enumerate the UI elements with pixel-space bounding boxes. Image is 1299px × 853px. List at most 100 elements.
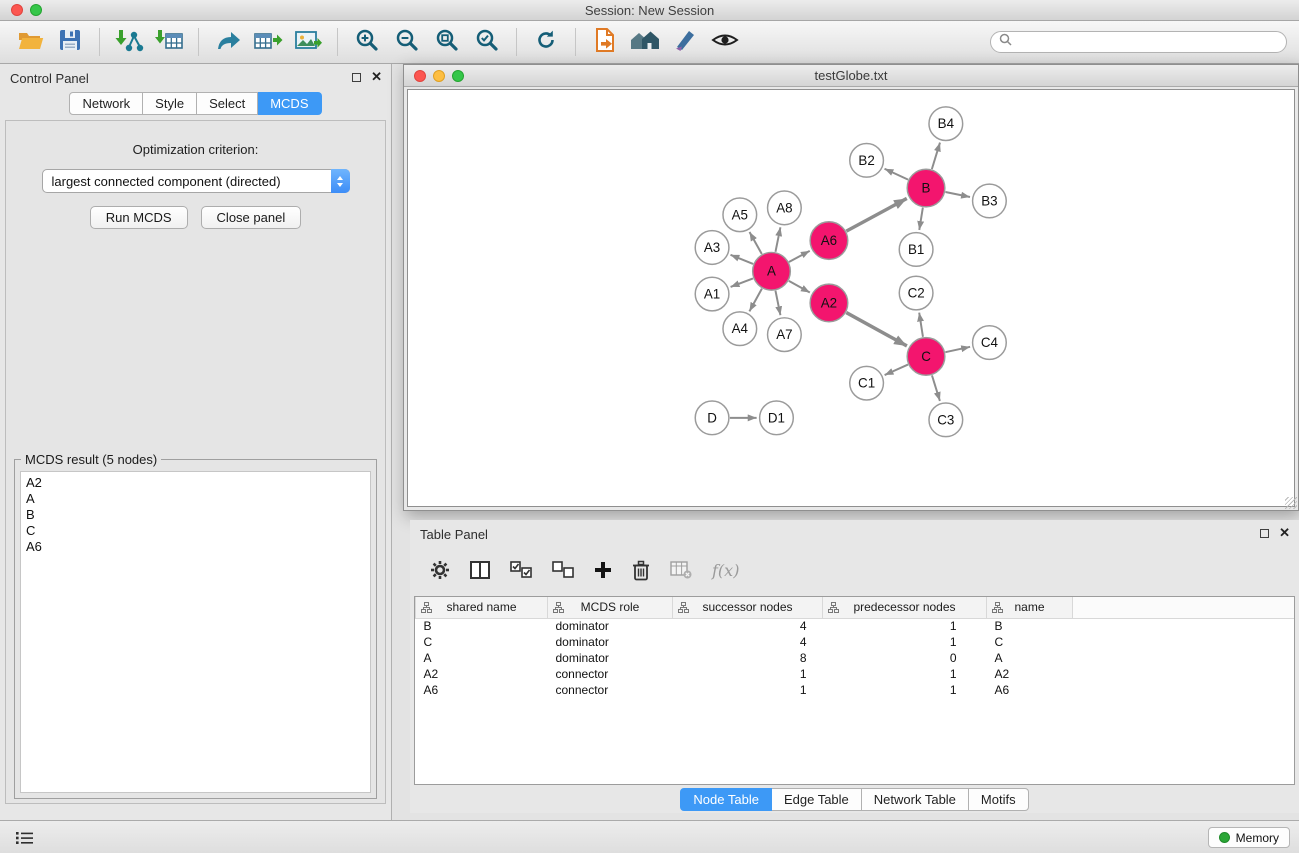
zoom-in-button[interactable] bbox=[349, 24, 385, 60]
column-header-predecessor-nodes[interactable]: predecessor nodes bbox=[823, 597, 987, 618]
edge-B-B2[interactable] bbox=[885, 169, 909, 180]
zoom-window-icon[interactable] bbox=[30, 4, 42, 16]
tab-edge-table[interactable]: Edge Table bbox=[772, 788, 862, 811]
tab-network[interactable]: Network bbox=[69, 92, 143, 115]
table-row[interactable]: A2connector11A2 bbox=[416, 666, 1295, 682]
open-session-button[interactable] bbox=[12, 24, 48, 60]
table-cell[interactable]: A2 bbox=[987, 666, 1073, 682]
node-A7[interactable]: A7 bbox=[768, 318, 802, 352]
node-B1[interactable]: B1 bbox=[899, 233, 933, 267]
import-table-button[interactable] bbox=[151, 24, 187, 60]
edge-A-A5[interactable] bbox=[750, 232, 762, 254]
table-cell[interactable]: A bbox=[987, 650, 1073, 666]
edge-A-A6[interactable] bbox=[789, 251, 810, 262]
criterion-dropdown[interactable]: largest connected component (directed) bbox=[42, 169, 350, 193]
table-row[interactable]: Cdominator41C bbox=[416, 634, 1295, 650]
close-table-panel-icon[interactable]: ✕ bbox=[1279, 528, 1290, 538]
table-cell[interactable]: 8 bbox=[673, 650, 823, 666]
home-button[interactable] bbox=[627, 24, 663, 60]
float-table-panel-icon[interactable] bbox=[1260, 529, 1269, 538]
apply-style-button[interactable] bbox=[667, 24, 703, 60]
show-graphics-details-button[interactable] bbox=[707, 24, 743, 60]
node-B2[interactable]: B2 bbox=[850, 143, 884, 177]
refresh-view-button[interactable] bbox=[528, 24, 564, 60]
column-header-shared-name[interactable]: shared name bbox=[416, 597, 548, 618]
export-image-button[interactable] bbox=[290, 24, 326, 60]
show-columns-button[interactable] bbox=[470, 561, 490, 579]
tab-select[interactable]: Select bbox=[197, 92, 258, 115]
tab-node-table[interactable]: Node Table bbox=[680, 788, 772, 811]
table-cell[interactable]: 1 bbox=[673, 666, 823, 682]
network-canvas[interactable]: B4B2BB3B1A5A8A6A3AA1A2A4A7C2CC4C1C3DD1 bbox=[407, 89, 1295, 507]
delete-table-button[interactable] bbox=[670, 561, 692, 579]
edge-B-B4[interactable] bbox=[932, 143, 940, 170]
table-cell[interactable]: connector bbox=[548, 666, 673, 682]
node-A5[interactable]: A5 bbox=[723, 198, 757, 232]
table-cell[interactable]: B bbox=[416, 618, 548, 634]
delete-column-button[interactable] bbox=[632, 560, 650, 581]
zoom-network-icon[interactable] bbox=[452, 70, 464, 82]
column-header-MCDS-role[interactable]: MCDS role bbox=[548, 597, 673, 618]
float-panel-icon[interactable] bbox=[352, 73, 361, 82]
table-cell[interactable]: 1 bbox=[823, 682, 987, 698]
search-field[interactable] bbox=[990, 31, 1287, 53]
table-cell[interactable]: 1 bbox=[673, 682, 823, 698]
zoom-fit-button[interactable] bbox=[429, 24, 465, 60]
node-D1[interactable]: D1 bbox=[760, 401, 794, 435]
save-session-button[interactable] bbox=[52, 24, 88, 60]
function-builder-button[interactable]: f(x) bbox=[712, 561, 739, 580]
column-header-name[interactable]: name bbox=[987, 597, 1073, 618]
close-network-icon[interactable] bbox=[414, 70, 426, 82]
node-A8[interactable]: A8 bbox=[768, 191, 802, 225]
node-A6[interactable]: A6 bbox=[810, 222, 848, 260]
mcds-result-item[interactable]: A bbox=[26, 491, 365, 507]
edge-A2-C[interactable] bbox=[846, 313, 907, 346]
node-D[interactable]: D bbox=[695, 401, 729, 435]
table-cell[interactable]: dominator bbox=[548, 618, 673, 634]
export-table-button[interactable] bbox=[250, 24, 286, 60]
table-cell[interactable]: 1 bbox=[823, 634, 987, 650]
edge-B-B1[interactable] bbox=[919, 208, 923, 230]
edge-C-C3[interactable] bbox=[932, 375, 940, 401]
create-column-button[interactable] bbox=[594, 561, 612, 579]
node-C1[interactable]: C1 bbox=[850, 366, 884, 400]
task-history-button[interactable] bbox=[13, 828, 35, 848]
edge-B-B3[interactable] bbox=[945, 192, 970, 197]
table-cell[interactable]: 1 bbox=[823, 618, 987, 634]
share-document-button[interactable] bbox=[587, 24, 623, 60]
node-A[interactable]: A bbox=[753, 252, 791, 290]
zoom-out-button[interactable] bbox=[389, 24, 425, 60]
close-panel-icon[interactable]: ✕ bbox=[371, 72, 382, 82]
table-row[interactable]: Adominator80A bbox=[416, 650, 1295, 666]
search-input[interactable] bbox=[1017, 35, 1278, 49]
column-header-successor-nodes[interactable]: successor nodes bbox=[673, 597, 823, 618]
mcds-result-item[interactable]: C bbox=[26, 523, 365, 539]
tab-motifs[interactable]: Motifs bbox=[969, 788, 1029, 811]
export-network-button[interactable] bbox=[210, 24, 246, 60]
tab-network-table[interactable]: Network Table bbox=[862, 788, 969, 811]
node-A4[interactable]: A4 bbox=[723, 312, 757, 346]
zoom-selected-button[interactable] bbox=[469, 24, 505, 60]
table-cell[interactable]: 4 bbox=[673, 618, 823, 634]
table-cell[interactable]: C bbox=[987, 634, 1073, 650]
close-panel-button[interactable]: Close panel bbox=[201, 206, 302, 229]
run-mcds-button[interactable]: Run MCDS bbox=[90, 206, 188, 229]
node-A3[interactable]: A3 bbox=[695, 231, 729, 265]
mcds-result-item[interactable]: A2 bbox=[26, 475, 365, 491]
mcds-result-list[interactable]: A2ABCA6 bbox=[20, 471, 371, 793]
table-cell[interactable]: A bbox=[416, 650, 548, 666]
node-A1[interactable]: A1 bbox=[695, 277, 729, 311]
network-window-titlebar[interactable]: testGlobe.txt bbox=[404, 65, 1298, 87]
edge-A-A3[interactable] bbox=[730, 255, 753, 264]
memory-button[interactable]: Memory bbox=[1208, 827, 1290, 848]
edge-A-A7[interactable] bbox=[775, 291, 780, 316]
select-all-button[interactable] bbox=[510, 561, 532, 579]
node-C2[interactable]: C2 bbox=[899, 276, 933, 310]
node-A2[interactable]: A2 bbox=[810, 284, 848, 322]
table-cell[interactable]: dominator bbox=[548, 650, 673, 666]
table-cell[interactable]: 1 bbox=[823, 666, 987, 682]
mcds-result-item[interactable]: A6 bbox=[26, 539, 365, 555]
node-table[interactable]: shared nameMCDS rolesuccessor nodesprede… bbox=[414, 596, 1295, 785]
edge-A6-B[interactable] bbox=[846, 198, 906, 231]
edge-A-A8[interactable] bbox=[775, 227, 780, 252]
